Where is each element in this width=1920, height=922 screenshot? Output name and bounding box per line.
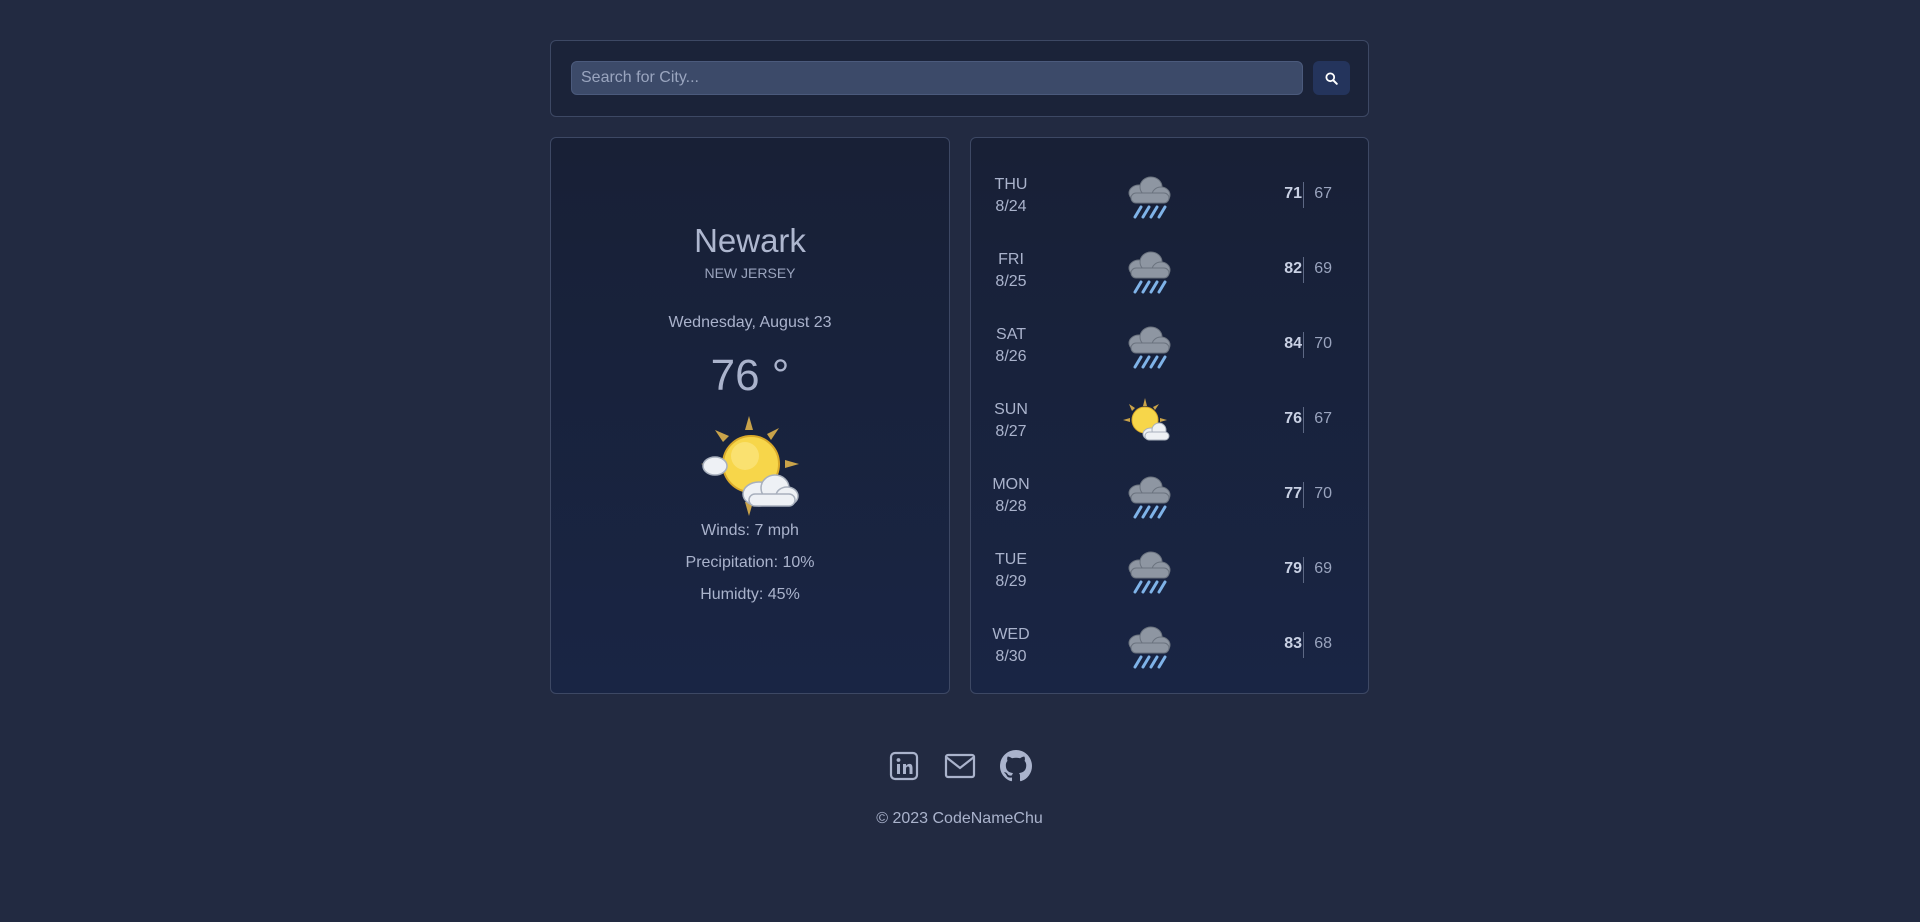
- city-name: Newark: [694, 222, 806, 259]
- divider: [1303, 407, 1304, 433]
- partly-sunny-icon: [701, 416, 799, 516]
- forecast-row: SAT 8/26 84 70: [971, 308, 1368, 383]
- forecast-low: 69: [1314, 260, 1332, 277]
- forecast-high: 71: [1284, 185, 1302, 202]
- github-icon: [999, 750, 1032, 782]
- forecast-low: 70: [1314, 335, 1332, 352]
- social-links: [550, 749, 1369, 783]
- github-link[interactable]: [999, 749, 1033, 783]
- forecast-low: 67: [1314, 185, 1332, 202]
- search-input[interactable]: [571, 61, 1303, 95]
- forecast-day: SAT 8/26: [995, 326, 1027, 365]
- mail-icon: [944, 753, 975, 779]
- rain-cloud-icon: [1128, 551, 1171, 594]
- forecast-day: SUN 8/27: [994, 401, 1028, 440]
- forecast-high: 76: [1284, 410, 1302, 427]
- divider: [1303, 182, 1304, 208]
- copyright: © 2023 CodeNameChu: [876, 810, 1043, 827]
- forecast-day: WED 8/30: [992, 626, 1030, 665]
- humidity: Humidty: 45%: [700, 586, 800, 603]
- current-weather-card: Newark NEW JERSEY Wednesday, August 23 7…: [550, 137, 950, 694]
- rain-cloud-icon: [1128, 476, 1171, 519]
- forecast-high: 84: [1284, 335, 1302, 352]
- rain-cloud-icon: [1128, 626, 1171, 669]
- forecast-low: 67: [1314, 410, 1332, 427]
- partly-sunny-icon: [1123, 398, 1170, 441]
- divider: [1303, 482, 1304, 508]
- precipitation: Precipitation: 10%: [685, 554, 815, 571]
- forecast-row: FRI 8/25 82 69: [971, 233, 1368, 308]
- current-temperature: 76 °: [710, 351, 790, 400]
- forecast-day: TUE 8/29: [995, 551, 1027, 590]
- forecast-row: WED 8/30 83 68: [971, 608, 1368, 683]
- divider: [1303, 632, 1304, 658]
- search-button[interactable]: [1313, 61, 1350, 95]
- forecast-row: TUE 8/29 79 69: [971, 533, 1368, 608]
- forecast-row: SUN 8/27 76 67: [971, 383, 1368, 458]
- forecast-day: MON 8/28: [992, 476, 1030, 515]
- divider: [1303, 557, 1304, 583]
- forecast-card: THU 8/24 71 67 FRI 8/25 82 69 SAT 8/26 8…: [970, 137, 1369, 694]
- forecast-low: 70: [1314, 485, 1332, 502]
- rain-cloud-icon: [1128, 251, 1171, 294]
- forecast-low: 68: [1314, 635, 1332, 652]
- search-icon: [1325, 71, 1338, 85]
- forecast-high: 82: [1284, 260, 1302, 277]
- forecast-row: MON 8/28 77 70: [971, 458, 1368, 533]
- forecast-high: 79: [1284, 560, 1302, 577]
- winds: Winds: 7 mph: [701, 522, 799, 539]
- search-card: [550, 40, 1369, 117]
- divider: [1303, 257, 1304, 283]
- current-date: Wednesday, August 23: [668, 314, 832, 331]
- forecast-row: THU 8/24 71 67: [971, 158, 1368, 233]
- forecast-high: 77: [1284, 485, 1302, 502]
- forecast-day: FRI 8/25: [995, 251, 1027, 290]
- linkedin-link[interactable]: [887, 749, 921, 783]
- rain-cloud-icon: [1128, 176, 1171, 219]
- linkedin-icon: [889, 751, 918, 781]
- forecast-high: 83: [1284, 635, 1302, 652]
- state-name: NEW JERSEY: [704, 265, 796, 281]
- forecast-low: 69: [1314, 560, 1332, 577]
- rain-cloud-icon: [1128, 326, 1171, 369]
- forecast-day: THU 8/24: [994, 176, 1028, 215]
- divider: [1303, 332, 1304, 358]
- email-link[interactable]: [943, 749, 977, 783]
